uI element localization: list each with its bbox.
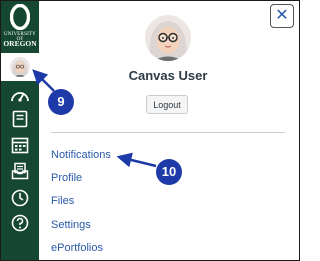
oregon-o-icon bbox=[10, 4, 30, 30]
nav-calendar-button[interactable] bbox=[1, 131, 39, 159]
nav-help-button[interactable] bbox=[1, 209, 39, 237]
eportfolios-link[interactable]: ePortfolios bbox=[51, 242, 103, 254]
nav-courses-button[interactable] bbox=[1, 105, 39, 133]
close-tray-button[interactable]: ✕ bbox=[270, 4, 294, 28]
courses-icon bbox=[12, 110, 28, 128]
files-link[interactable]: Files bbox=[51, 195, 74, 207]
global-nav: UNIVERSITY OF OREGON bbox=[1, 1, 39, 260]
user-name: Canvas User bbox=[128, 68, 208, 83]
user-avatar bbox=[145, 15, 191, 61]
callout-9: 9 bbox=[48, 89, 74, 115]
clock-icon bbox=[11, 189, 29, 207]
screenshot-frame: UNIVERSITY OF OREGON ✕ Canvas User Logou… bbox=[0, 0, 300, 261]
avatar-icon bbox=[10, 57, 30, 77]
settings-link[interactable]: Settings bbox=[51, 219, 91, 231]
nav-history-button[interactable] bbox=[1, 184, 39, 212]
help-icon bbox=[11, 214, 29, 232]
nav-account-button[interactable] bbox=[1, 53, 39, 81]
nav-inbox-button[interactable] bbox=[1, 157, 39, 185]
dashboard-icon bbox=[11, 92, 29, 102]
user-avatar-icon bbox=[145, 15, 191, 61]
tray-divider bbox=[51, 132, 285, 133]
logout-button[interactable]: Logout bbox=[146, 95, 188, 114]
logo-line2: OREGON bbox=[3, 39, 37, 48]
university-logo[interactable]: UNIVERSITY OF OREGON bbox=[1, 1, 39, 53]
arrow-to-notifications bbox=[116, 152, 157, 168]
callout-10: 10 bbox=[156, 159, 182, 185]
inbox-icon bbox=[11, 162, 29, 180]
profile-link[interactable]: Profile bbox=[51, 172, 82, 184]
calendar-icon bbox=[11, 137, 29, 154]
notifications-link[interactable]: Notifications bbox=[51, 149, 111, 161]
